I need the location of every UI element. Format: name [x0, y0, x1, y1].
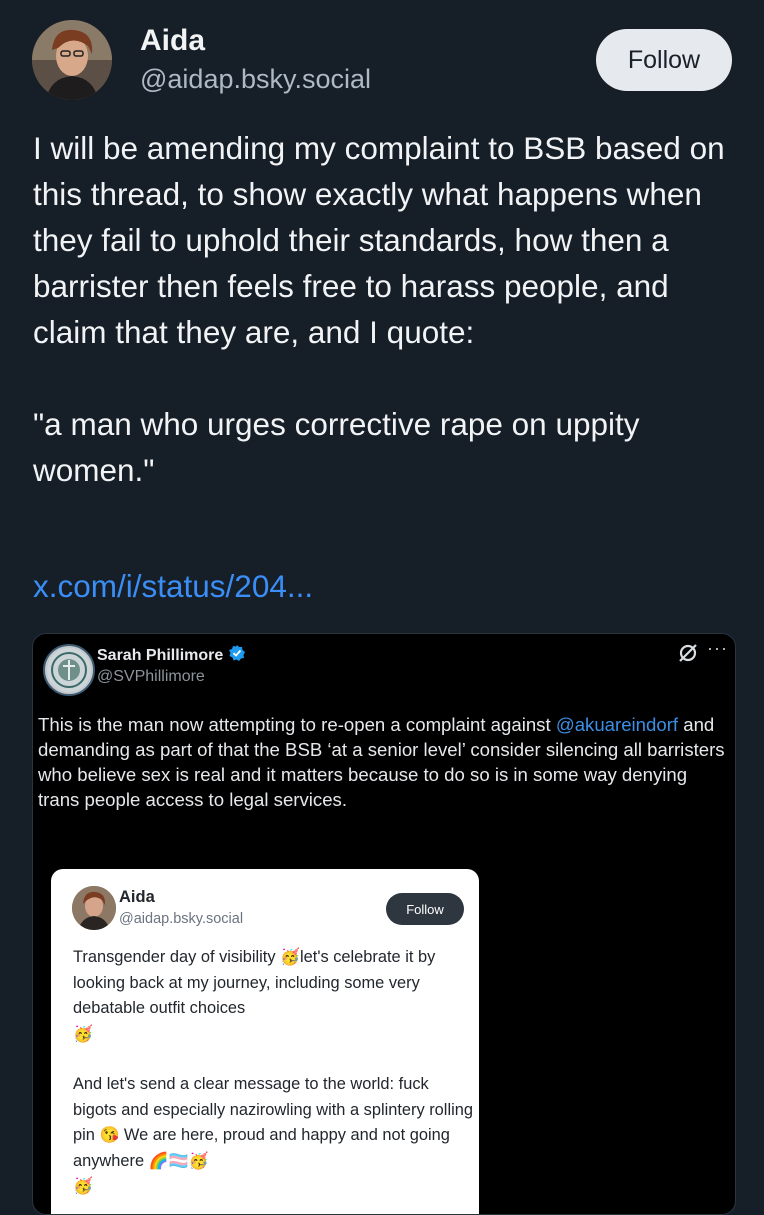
party-face-emoji: 🥳: [73, 1025, 93, 1043]
author-handle[interactable]: @aidap.bsky.social: [140, 64, 371, 95]
mention-link: @akuareindorf: [555, 714, 679, 735]
party-face-emoji: 🥳: [188, 1152, 209, 1170]
embed-author-handle: @SVPhillimore: [97, 668, 205, 685]
inner-text-part: We are here, proud and happy and not goi…: [73, 1126, 450, 1170]
author-avatar[interactable]: [32, 20, 112, 100]
embed-author: Sarah Phillimore: [97, 644, 246, 667]
verified-badge-icon: [228, 644, 246, 667]
follow-button[interactable]: Follow: [596, 29, 732, 91]
post-text: I will be amending my complaint to BSB b…: [33, 130, 725, 488]
more-icon: ···: [707, 638, 728, 658]
embed-text-part: This is the man now attempting to re-ope…: [38, 714, 556, 735]
author-name[interactable]: Aida: [140, 24, 205, 58]
slash-circle-icon: [677, 642, 699, 664]
inner-post-card: Aida @aidap.bsky.social Follow Transgend…: [51, 869, 479, 1214]
inner-author-name: Aida: [119, 888, 155, 906]
inner-text-part: Transgender day of visibility: [73, 948, 281, 966]
inner-author-handle: @aidap.bsky.social: [119, 911, 244, 927]
embed-author-name: Sarah Phillimore: [97, 646, 224, 664]
embed-text: This is the man now attempting to re-ope…: [38, 712, 728, 812]
inner-avatar: [72, 886, 116, 930]
post-link[interactable]: x.com/i/status/204...: [33, 568, 313, 605]
inner-paragraph-1: Transgender day of visibility 🥳let's cel…: [73, 945, 473, 1047]
inner-post-text: Transgender day of visibility 🥳let's cel…: [73, 945, 473, 1200]
party-face-emoji: 🥳: [73, 1178, 93, 1195]
party-face-emoji: 🥳: [280, 949, 301, 966]
flags-emoji: 🌈🏳️‍⚧️: [148, 1152, 189, 1170]
embedded-image[interactable]: Sarah Phillimore @SVPhillimore ··· This …: [32, 633, 736, 1215]
inner-follow-button: Follow: [386, 893, 464, 925]
inner-paragraph-2: And let's send a clear message to the wo…: [73, 1072, 473, 1200]
kiss-face-emoji: 😘: [99, 1127, 120, 1144]
seal-logo: [43, 644, 95, 696]
